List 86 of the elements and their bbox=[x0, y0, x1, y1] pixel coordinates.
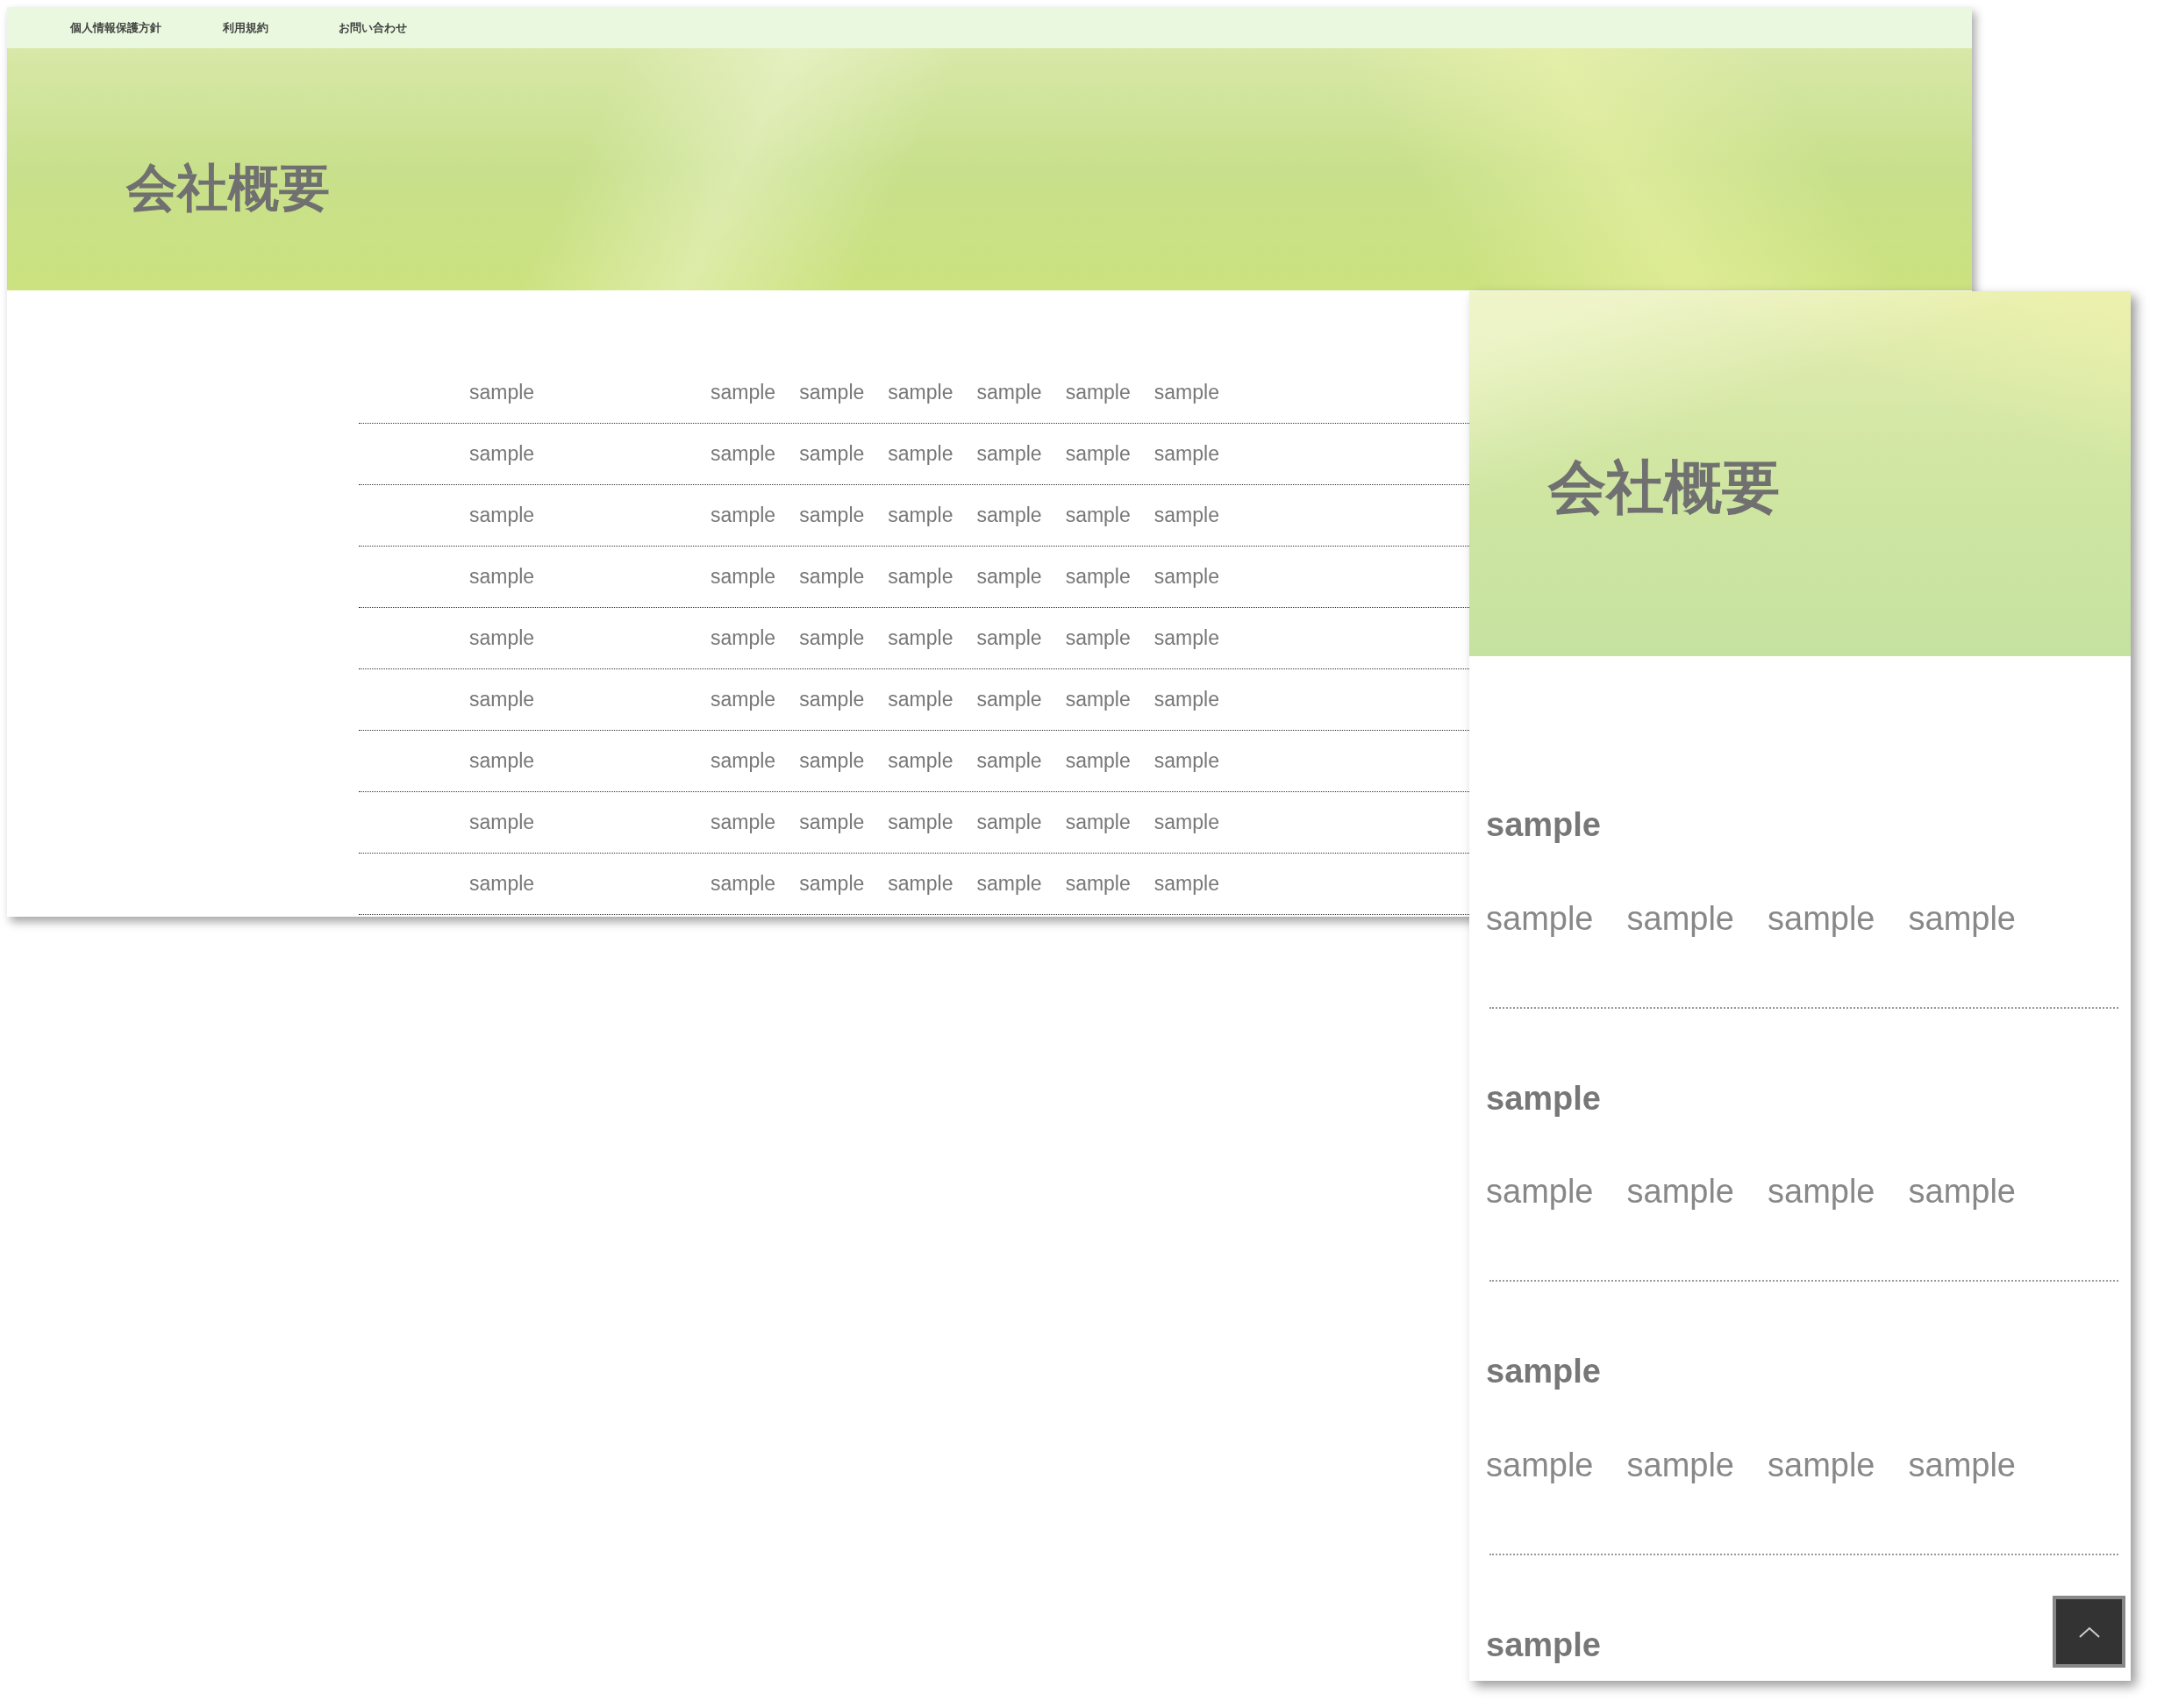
table-cell-text: sample bbox=[1153, 380, 1219, 406]
table-cell-text: sample bbox=[1065, 380, 1131, 406]
item-text: sample bbox=[1626, 898, 1734, 939]
table-cell-text: sample bbox=[1153, 810, 1219, 836]
table-cell-text: sample bbox=[888, 564, 954, 590]
row-label: sample bbox=[469, 380, 536, 406]
table-cell-text: sample bbox=[711, 564, 776, 590]
table-cell-text: sample bbox=[711, 503, 776, 529]
table-cell-text: sample bbox=[1153, 564, 1219, 590]
item-text: sample bbox=[1626, 1172, 1734, 1212]
row-label: sample bbox=[469, 748, 536, 775]
row-label: sample bbox=[469, 564, 536, 590]
row-label: sample bbox=[469, 441, 536, 468]
table-cell-text: sample bbox=[711, 441, 776, 468]
item-text: sample bbox=[1908, 1172, 2016, 1212]
item-text: sample bbox=[1768, 1445, 1875, 1485]
table-cell-text: sample bbox=[1065, 503, 1131, 529]
table-cell-text: sample bbox=[976, 441, 1042, 468]
table-cell-text: sample bbox=[976, 625, 1042, 652]
table-cell-text: sample bbox=[799, 748, 865, 775]
section-heading: sample bbox=[1486, 805, 1601, 845]
item-text: sample bbox=[1486, 1172, 1594, 1212]
table-cell-text: sample bbox=[1153, 503, 1219, 529]
table-cell-text: sample bbox=[1065, 748, 1131, 775]
table-cell-text: sample bbox=[711, 810, 776, 836]
table-cell-text: sample bbox=[976, 380, 1042, 406]
section-heading: sample bbox=[1486, 1078, 1601, 1118]
nav-link[interactable]: 利用規約 bbox=[223, 18, 268, 37]
item-text: sample bbox=[1908, 898, 2016, 939]
table-cell-text: sample bbox=[1065, 441, 1131, 468]
table-cell-text: sample bbox=[1065, 871, 1131, 897]
nav-link[interactable]: お問い合わせ bbox=[339, 18, 407, 37]
table-cell-text: sample bbox=[888, 503, 954, 529]
table-cell-text: sample bbox=[711, 871, 776, 897]
table-cell-text: sample bbox=[888, 687, 954, 713]
nav-link[interactable]: 個人情報保護方針 bbox=[70, 18, 161, 37]
chevron-up-icon bbox=[2078, 1626, 2100, 1638]
row-label: sample bbox=[469, 503, 536, 529]
table-cell-text: sample bbox=[976, 871, 1042, 897]
row-label: sample bbox=[469, 625, 536, 652]
page-title: 会社概要 bbox=[126, 158, 330, 219]
item-text: sample bbox=[1486, 1445, 1594, 1485]
table-cell-text: sample bbox=[799, 503, 865, 529]
item-text: sample bbox=[1626, 1445, 1734, 1485]
table-cell-text: sample bbox=[1153, 687, 1219, 713]
table-cell-text: sample bbox=[1153, 441, 1219, 468]
row-label: sample bbox=[469, 687, 536, 713]
table-cell-text: sample bbox=[799, 871, 865, 897]
table-cell-text: sample bbox=[711, 625, 776, 652]
table-cell-text: sample bbox=[888, 748, 954, 775]
table-cell-text: sample bbox=[976, 564, 1042, 590]
table-cell-text: sample bbox=[711, 687, 776, 713]
table-cell-text: sample bbox=[1153, 748, 1219, 775]
table-cell-text: sample bbox=[711, 380, 776, 406]
table-cell-text: sample bbox=[976, 748, 1042, 775]
row-label: sample bbox=[469, 810, 536, 836]
table-cell-text: sample bbox=[799, 441, 865, 468]
page-title: 会社概要 bbox=[1548, 453, 1780, 523]
table-cell-text: sample bbox=[888, 871, 954, 897]
item-text: sample bbox=[1768, 1172, 1875, 1212]
row-label: sample bbox=[469, 871, 536, 897]
item-text: sample bbox=[1908, 1445, 2016, 1485]
table-cell-text: sample bbox=[888, 810, 954, 836]
table-cell-text: sample bbox=[1153, 625, 1219, 652]
table-cell-text: sample bbox=[1065, 810, 1131, 836]
table-cell-text: sample bbox=[799, 380, 865, 406]
table-cell-text: sample bbox=[1065, 625, 1131, 652]
table-cell-text: sample bbox=[799, 687, 865, 713]
back-to-top-button[interactable] bbox=[2053, 1596, 2125, 1668]
table-cell-text: sample bbox=[799, 625, 865, 652]
table-cell-text: sample bbox=[799, 810, 865, 836]
table-cell-text: sample bbox=[711, 748, 776, 775]
table-cell-text: sample bbox=[976, 687, 1042, 713]
table-cell-text: sample bbox=[888, 625, 954, 652]
table-cell-text: sample bbox=[799, 564, 865, 590]
section-heading: sample bbox=[1486, 1352, 1601, 1392]
item-text: sample bbox=[1768, 898, 1875, 939]
table-cell-text: sample bbox=[976, 503, 1042, 529]
table-cell-text: sample bbox=[1153, 871, 1219, 897]
section-heading: sample bbox=[1486, 1625, 1601, 1665]
table-cell-text: sample bbox=[976, 810, 1042, 836]
item-text: sample bbox=[1486, 898, 1594, 939]
table-cell-text: sample bbox=[888, 380, 954, 406]
table-cell-text: sample bbox=[1065, 687, 1131, 713]
table-cell-text: sample bbox=[1065, 564, 1131, 590]
table-cell-text: sample bbox=[888, 441, 954, 468]
